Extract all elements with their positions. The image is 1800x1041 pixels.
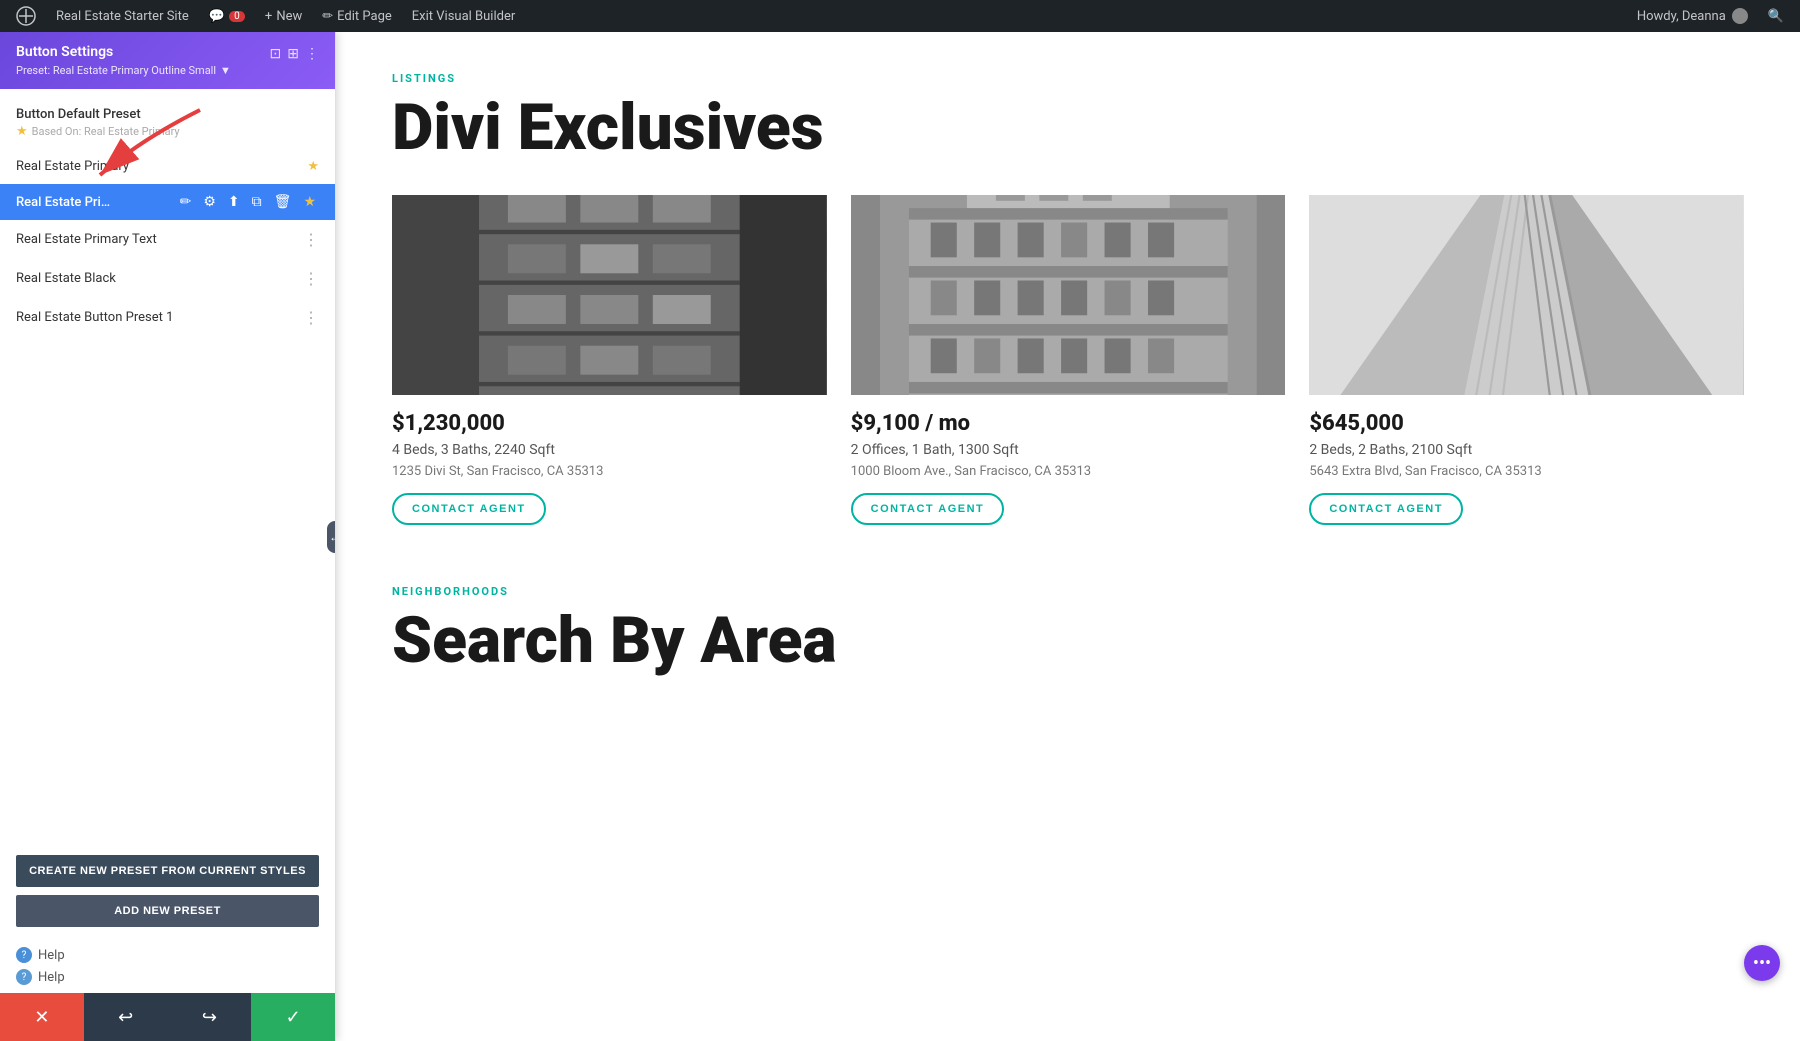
listing-card-2: $645,000 2 Beds, 2 Baths, 2100 Sqft 5643… [1309,195,1744,525]
panel-preset-label[interactable]: Preset: Real Estate Primary Outline Smal… [16,64,319,77]
help-icon-1: ? [16,947,32,963]
listing-image-2 [1309,195,1744,395]
comment-bubble-icon: 💬 [209,9,225,24]
dots-icon: ••• [1753,953,1771,974]
create-preset-button[interactable]: CREATE NEW PRESET FROM CURRENT STYLES [16,855,319,887]
redo-icon: ↪ [202,1007,217,1028]
user-avatar [1732,8,1748,24]
listing-address-2: 5643 Extra Blvd, San Fracisco, CA 35313 [1309,464,1744,479]
listing-image-0 [392,195,827,395]
listings-label: LISTINGS [336,32,1800,85]
exit-builder-bar[interactable]: Exit Visual Builder [404,0,523,32]
howdy-bar: Howdy, Deanna [1629,8,1756,24]
check-icon: ✓ [286,1007,301,1028]
preset-duplicate-icon[interactable]: ⧉ [249,192,265,212]
active-preset-actions: ✏ ⚙ ⬆ ⧉ 🗑 ★ [177,192,319,212]
panel-bottom-bar: ✕ ↩ ↪ ✓ [0,993,335,1041]
undo-bottom-button[interactable]: ↩ [84,993,168,1041]
edit-page-bar[interactable]: ✏ Edit Page [314,0,400,32]
panel-more-icon[interactable]: ⋮ [305,46,319,62]
listings-title: Divi Exclusives [336,85,1800,195]
listing-price-2: $645,000 [1309,411,1744,436]
pencil-icon: ✏ [322,9,333,24]
listing-details-0: 4 Beds, 3 Baths, 2240 Sqft [392,442,827,458]
save-bottom-button[interactable]: ✓ [251,993,335,1041]
panel-title: Button Settings [16,44,113,60]
listing-price-1: $9,100 / mo [851,411,1286,436]
plus-icon: + [265,9,272,24]
preset-star-0: ★ [307,159,319,174]
listing-address-0: 1235 Divi St, San Fracisco, CA 35313 [392,464,827,479]
contact-agent-button-0[interactable]: CONTACT AGENT [392,493,546,525]
x-icon: ✕ [34,1007,49,1028]
preset-star-active[interactable]: ★ [300,192,319,212]
panel-grid-icon[interactable]: ⊞ [287,46,299,62]
resize-arrows-icon: ↔ [329,530,336,544]
main-layout: Button Settings ⊡ ⊞ ⋮ Preset: Real Estat… [0,0,1800,1041]
search-icon[interactable]: 🔍 [1760,9,1792,24]
panel-resize-handle[interactable]: ↔ [327,521,336,553]
comments-bar[interactable]: 💬 0 [201,0,253,32]
listing-price-0: $1,230,000 [392,411,827,436]
floating-dots-button[interactable]: ••• [1744,945,1780,981]
panel-maximize-icon[interactable]: ⊡ [270,46,282,62]
preset-more-4[interactable]: ⋮ [303,308,319,327]
listing-details-1: 2 Offices, 1 Bath, 1300 Sqft [851,442,1286,458]
help-link-1[interactable]: ? Help [16,947,319,963]
undo-icon: ↩ [118,1007,133,1028]
listing-image-1 [851,195,1286,395]
preset-item-1-active[interactable]: Real Estate Primar... ✏ ⚙ ⬆ ⧉ 🗑 ★ [0,184,335,220]
neighborhoods-title: Search By Area [392,606,1744,676]
preset-more-2[interactable]: ⋮ [303,230,319,249]
preset-item-0[interactable]: Real Estate Primary ★ [0,149,335,184]
add-preset-button[interactable]: ADD NEW PRESET [16,895,319,927]
redo-bottom-button[interactable]: ↪ [168,993,252,1041]
preset-more-3[interactable]: ⋮ [303,269,319,288]
preset-based-on: ★ Based On: Real Estate Primary [16,124,319,139]
listing-card-0: $1,230,000 4 Beds, 3 Baths, 2240 Sqft 12… [392,195,827,525]
button-settings-panel: Button Settings ⊡ ⊞ ⋮ Preset: Real Estat… [0,32,336,1041]
neighborhoods-section: NEIGHBORHOODS Search By Area [336,565,1800,716]
preset-dropdown-arrow: ▼ [220,64,231,77]
listings-section: LISTINGS Divi Exclusives [336,32,1800,565]
preset-upload-icon[interactable]: ⬆ [225,192,243,212]
preset-item-3[interactable]: Real Estate Black ⋮ [0,259,335,298]
wp-admin-bar: Real Estate Starter Site 💬 0 + New ✏ Edi… [0,0,1800,32]
contact-agent-button-2[interactable]: CONTACT AGENT [1309,493,1463,525]
preset-item-2[interactable]: Real Estate Primary Text ⋮ [0,220,335,259]
star-icon-default: ★ [16,124,28,139]
preset-edit-icon[interactable]: ✏ [177,192,195,212]
wp-logo[interactable] [8,0,44,32]
preset-list: Button Default Preset ★ Based On: Real E… [0,89,335,843]
listings-grid: $1,230,000 4 Beds, 3 Baths, 2240 Sqft 12… [336,195,1800,565]
listing-card-1: $9,100 / mo 2 Offices, 1 Bath, 1300 Sqft… [851,195,1286,525]
main-content: LISTINGS Divi Exclusives [336,32,1800,1041]
site-name-bar[interactable]: Real Estate Starter Site [48,0,197,32]
panel-header: Button Settings ⊡ ⊞ ⋮ Preset: Real Estat… [0,32,335,89]
help-icon-2: ? [16,969,32,985]
preset-delete-icon[interactable]: 🗑 [271,192,295,212]
preset-buttons: CREATE NEW PRESET FROM CURRENT STYLES AD… [0,843,335,939]
help-links: ? Help ? Help [0,939,335,993]
new-bar[interactable]: + New [257,0,310,32]
preset-item-default[interactable]: Button Default Preset ★ Based On: Real E… [0,97,335,149]
listing-address-1: 1000 Bloom Ave., San Fracisco, CA 35313 [851,464,1286,479]
preset-item-4[interactable]: Real Estate Button Preset 1 ⋮ [0,298,335,337]
comment-count: 0 [229,11,245,22]
neighborhoods-label: NEIGHBORHOODS [392,585,1744,598]
cancel-bottom-button[interactable]: ✕ [0,993,84,1041]
contact-agent-button-1[interactable]: CONTACT AGENT [851,493,1005,525]
listing-details-2: 2 Beds, 2 Baths, 2100 Sqft [1309,442,1744,458]
preset-settings-icon[interactable]: ⚙ [200,192,219,212]
help-link-2[interactable]: ? Help [16,969,319,985]
